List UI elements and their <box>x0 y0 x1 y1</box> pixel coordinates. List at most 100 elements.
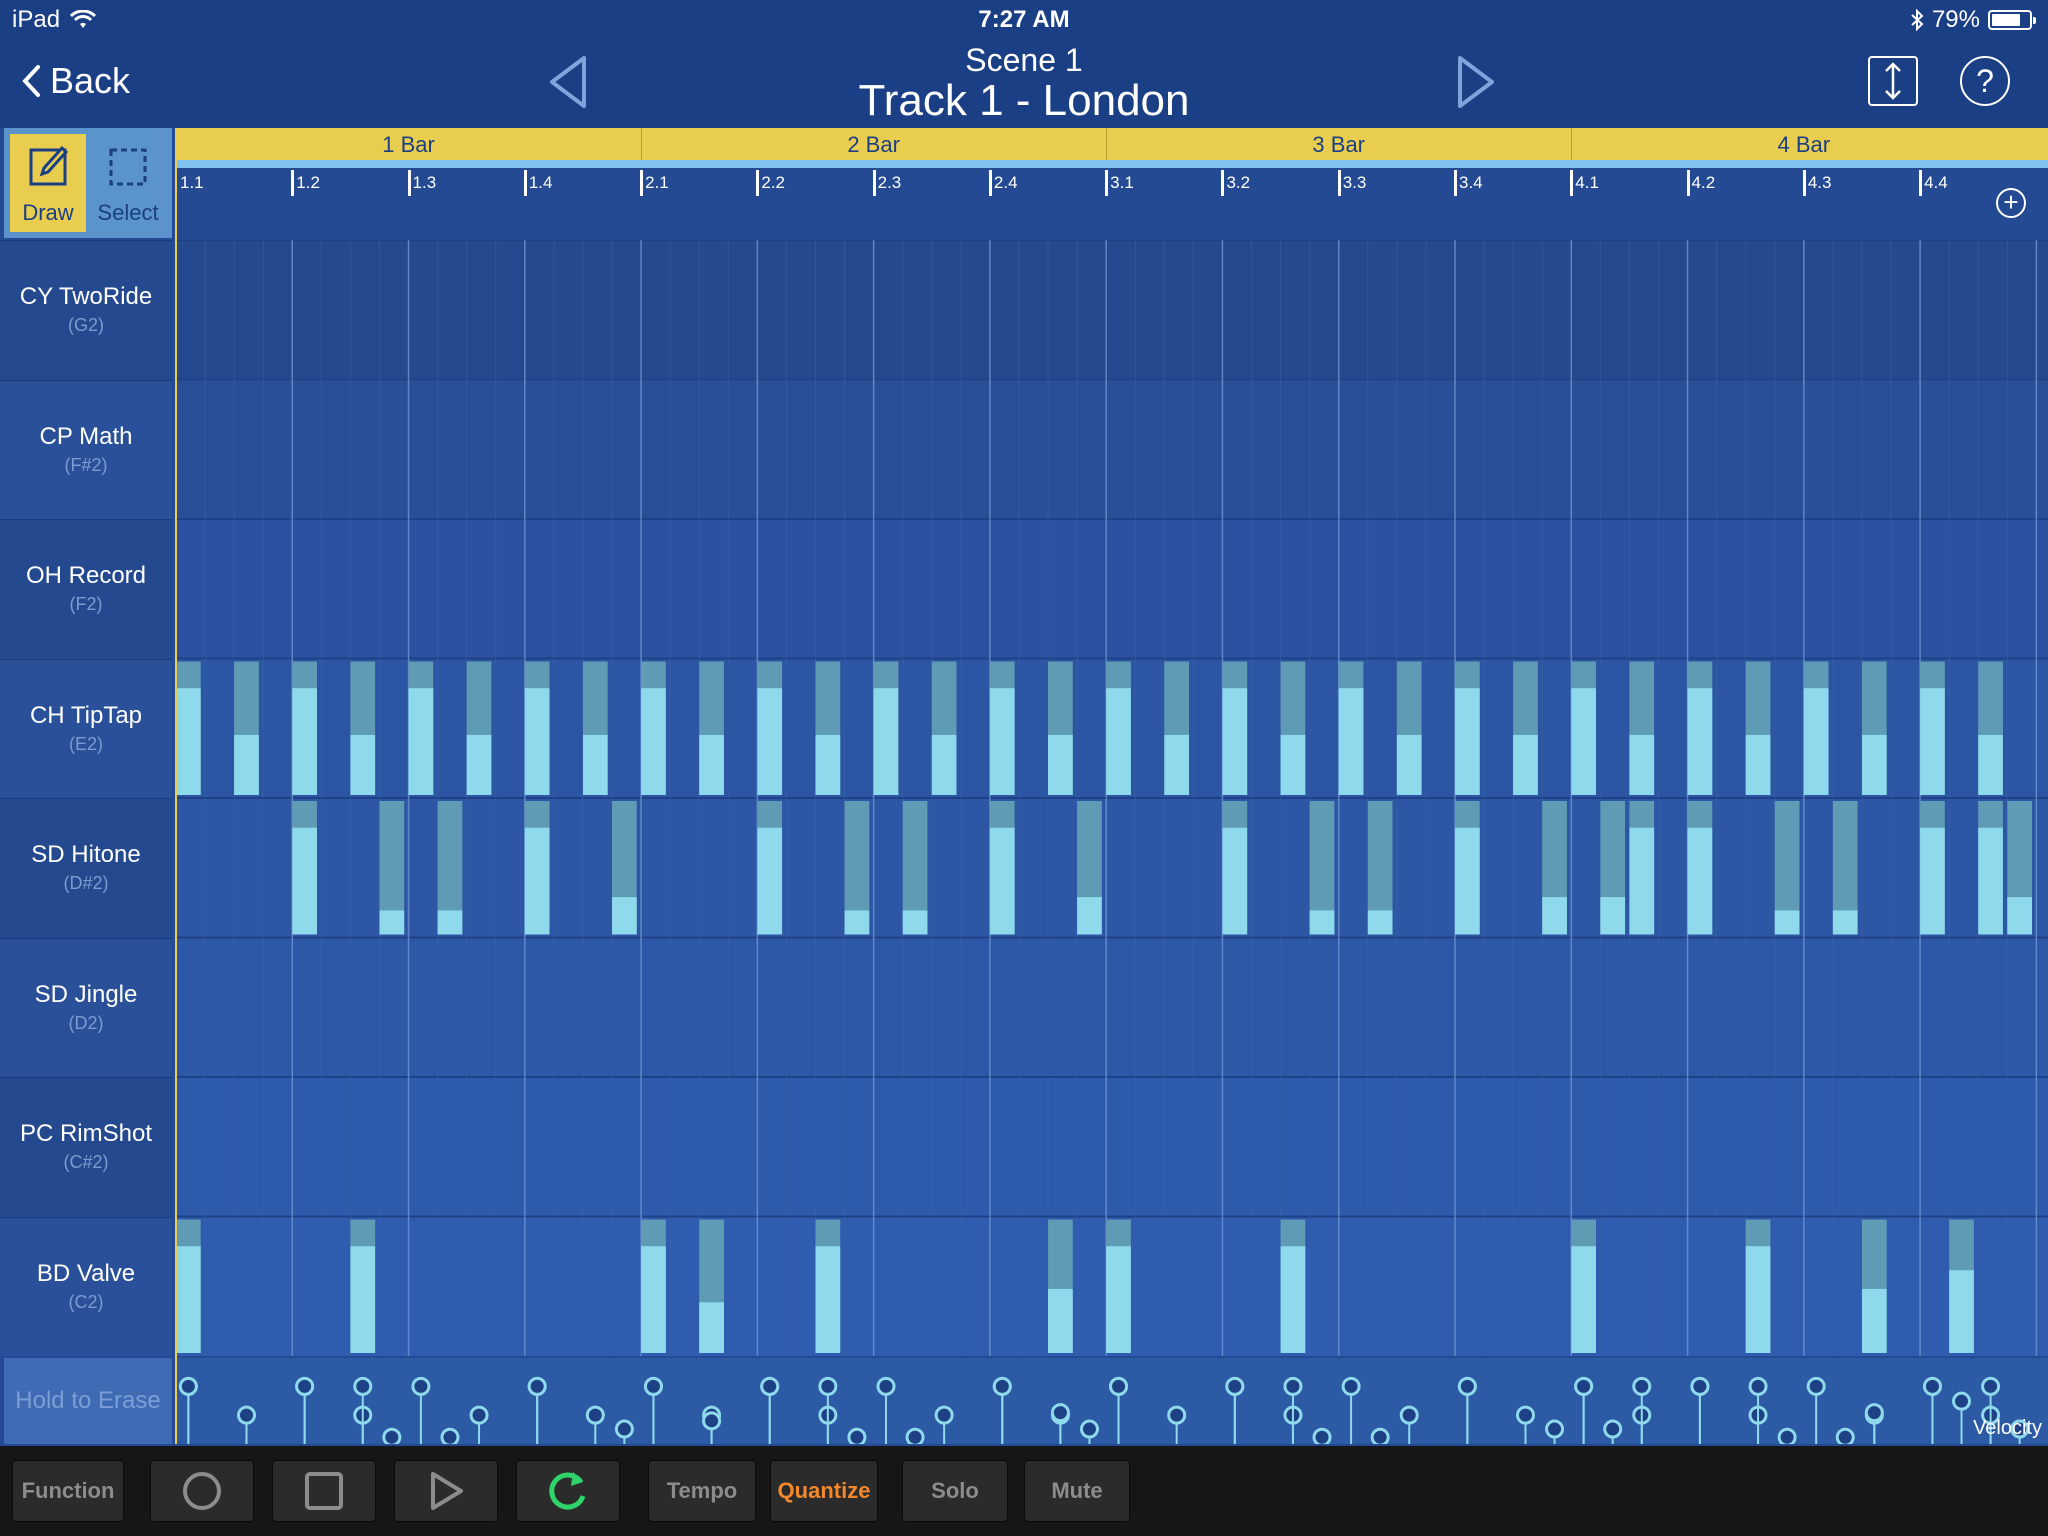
velocity-marker[interactable] <box>1545 1419 1565 1439</box>
instrument-row-label[interactable]: OH Record (F2) <box>0 519 172 659</box>
instrument-row-label[interactable]: CH TipTap (E2) <box>0 658 172 798</box>
status-bar: iPad 7:27 AM 79% <box>0 0 2048 40</box>
play-button[interactable] <box>394 1460 498 1522</box>
velocity-marker[interactable] <box>1864 1403 1884 1423</box>
function-button[interactable]: Function <box>12 1460 124 1522</box>
tool-panel: Draw Select <box>4 128 172 238</box>
velocity-marker[interactable] <box>353 1376 373 1396</box>
velocity-marker[interactable] <box>1777 1427 1797 1444</box>
step-grid[interactable] <box>176 240 2048 1356</box>
velocity-marker[interactable] <box>905 1427 925 1444</box>
select-label: Select <box>97 200 159 225</box>
record-button[interactable] <box>150 1460 254 1522</box>
velocity-marker[interactable] <box>1225 1376 1245 1396</box>
velocity-marker[interactable] <box>1079 1419 1099 1439</box>
nav-bar: Back Scene 1 Track 1 - London ? <box>0 40 2048 128</box>
instrument-row-label[interactable]: BD Valve (C2) <box>0 1216 172 1356</box>
velocity-marker[interactable] <box>469 1405 489 1425</box>
solo-button[interactable]: Solo <box>902 1460 1008 1522</box>
velocity-marker[interactable] <box>1515 1405 1535 1425</box>
playhead[interactable] <box>175 128 177 1444</box>
velocity-marker[interactable] <box>1806 1376 1826 1396</box>
quantize-button[interactable]: Quantize <box>770 1460 878 1522</box>
row-height-button[interactable] <box>1868 56 1918 106</box>
velocity-marker[interactable] <box>1109 1376 1129 1396</box>
velocity-marker[interactable] <box>847 1427 867 1444</box>
velocity-marker[interactable] <box>585 1405 605 1425</box>
velocity-marker[interactable] <box>295 1376 315 1396</box>
instrument-note: (G2) <box>68 315 104 335</box>
velocity-marker[interactable] <box>1283 1376 1303 1396</box>
velocity-marker[interactable] <box>702 1411 722 1431</box>
instrument-row-label[interactable]: CP Math (F#2) <box>0 379 172 519</box>
velocity-marker[interactable] <box>1922 1376 1942 1396</box>
velocity-marker[interactable] <box>1952 1391 1972 1411</box>
stop-button[interactable] <box>272 1460 376 1522</box>
help-button[interactable]: ? <box>1960 56 2010 106</box>
instrument-row-label[interactable]: PC RimShot (C#2) <box>0 1077 172 1217</box>
velocity-marker[interactable] <box>527 1376 547 1396</box>
velocity-marker[interactable] <box>876 1376 896 1396</box>
note-velocity-fill <box>1542 897 1567 935</box>
velocity-marker[interactable] <box>1312 1427 1332 1444</box>
next-track-button[interactable] <box>1456 54 1496 115</box>
select-tool-button[interactable]: Select <box>90 134 166 232</box>
velocity-marker[interactable] <box>1341 1376 1361 1396</box>
velocity-marker[interactable] <box>643 1376 663 1396</box>
bottom-toolbar: Function Tempo Quantize Solo Mute <box>0 1446 2048 1536</box>
velocity-marker[interactable] <box>1399 1405 1419 1425</box>
velocity-marker[interactable] <box>1835 1427 1855 1444</box>
beat-ruler[interactable]: + 1.1 1.2 1.3 1.4 2.1 2.2 2.3 2.4 3.1 3.2 3.3 3.4 4.… <box>176 160 2048 240</box>
velocity-marker[interactable] <box>818 1376 838 1396</box>
note-velocity-fill <box>1338 688 1364 795</box>
velocity-marker[interactable] <box>411 1376 431 1396</box>
note-velocity-fill <box>1106 688 1131 795</box>
status-right: 79% <box>1910 6 2036 34</box>
velocity-marker[interactable] <box>1370 1427 1390 1444</box>
velocity-marker[interactable] <box>614 1419 634 1439</box>
velocity-marker[interactable] <box>760 1376 780 1396</box>
note-velocity-fill <box>408 688 434 795</box>
hold-to-erase-button[interactable]: Hold to Erase <box>4 1358 172 1444</box>
velocity-marker[interactable] <box>440 1427 460 1444</box>
note-velocity-fill <box>1629 827 1655 935</box>
beat-tick <box>1919 170 1923 196</box>
velocity-lane[interactable]: Velocity <box>176 1358 2048 1444</box>
velocity-marker[interactable] <box>1632 1376 1652 1396</box>
mute-button[interactable]: Mute <box>1024 1460 1130 1522</box>
note-velocity-fill <box>757 688 783 795</box>
velocity-marker[interactable] <box>1457 1376 1477 1396</box>
note-velocity-fill <box>1949 1270 1974 1353</box>
velocity-marker[interactable] <box>1981 1376 2001 1396</box>
instrument-row-label[interactable]: CY TwoRide (G2) <box>0 240 172 380</box>
bar-header[interactable]: 1 Bar 2 Bar 3 Bar 4 Bar <box>176 128 2048 160</box>
velocity-marker[interactable] <box>1167 1405 1187 1425</box>
add-bar-button[interactable]: + <box>1996 188 2026 218</box>
velocity-marker[interactable] <box>382 1427 402 1444</box>
beat-tick <box>1570 170 1574 196</box>
marquee-icon <box>109 148 147 186</box>
instrument-row-label[interactable]: SD Jingle (D2) <box>0 937 172 1077</box>
note-velocity-fill <box>1600 897 1626 935</box>
velocity-marker[interactable] <box>1603 1419 1623 1439</box>
instrument-row-label[interactable]: SD Hitone (D#2) <box>0 798 172 938</box>
note-velocity-fill <box>350 1246 376 1353</box>
velocity-marker[interactable] <box>1050 1403 1070 1423</box>
loop-button[interactable] <box>516 1460 620 1522</box>
beat-tick <box>1454 170 1457 196</box>
note-velocity-fill <box>582 734 608 795</box>
velocity-marker[interactable] <box>178 1376 198 1396</box>
tempo-button[interactable]: Tempo <box>648 1460 756 1522</box>
instrument-name: SD Hitone <box>31 841 141 868</box>
velocity-markers[interactable] <box>176 1358 2048 1444</box>
instrument-list: CY TwoRide (G2) CP Math (F#2) OH Record (F2) C… <box>0 240 172 1356</box>
velocity-marker[interactable] <box>1748 1376 1768 1396</box>
velocity-marker[interactable] <box>992 1376 1012 1396</box>
velocity-marker[interactable] <box>236 1405 256 1425</box>
draw-tool-button[interactable]: Draw <box>10 134 86 232</box>
velocity-marker[interactable] <box>1574 1376 1594 1396</box>
mute-label: Mute <box>1051 1478 1103 1503</box>
note-velocity-fill <box>1396 734 1422 795</box>
velocity-marker[interactable] <box>1690 1376 1710 1396</box>
velocity-marker[interactable] <box>934 1405 954 1425</box>
